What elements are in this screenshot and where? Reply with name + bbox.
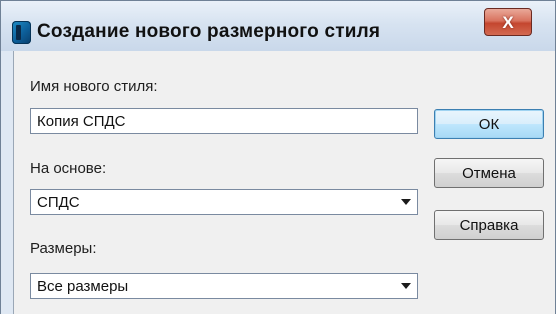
chevron-down-icon[interactable] — [395, 274, 417, 298]
dialog-body: Имя нового стиля: Копия СПДС На основе: … — [13, 51, 555, 314]
style-name-label: Имя нового стиля: — [30, 78, 158, 95]
cancel-button[interactable]: Отмена — [434, 158, 544, 188]
close-icon: X — [502, 12, 514, 32]
title-bar[interactable]: Создание нового размерного стиля X — [1, 1, 555, 51]
dimensions-label: Размеры: — [30, 240, 97, 257]
close-button[interactable]: X — [484, 8, 532, 36]
help-button[interactable]: Справка — [434, 210, 544, 240]
dimensions-dropdown[interactable]: Все размеры — [30, 273, 418, 299]
base-style-label: На основе: — [30, 160, 107, 177]
ok-button[interactable]: ОК — [434, 109, 544, 139]
style-name-input[interactable]: Копия СПДС — [30, 108, 418, 134]
dialog-title: Создание нового размерного стиля — [37, 21, 381, 42]
style-name-value: Копия СПДС — [37, 112, 126, 130]
base-style-value: СПДС — [37, 193, 80, 211]
app-icon — [12, 21, 31, 44]
base-style-dropdown[interactable]: СПДС — [30, 189, 418, 215]
dialog-window: Создание нового размерного стиля X Имя н… — [0, 0, 556, 314]
dimensions-value: Все размеры — [37, 277, 129, 295]
chevron-down-icon[interactable] — [395, 190, 417, 214]
